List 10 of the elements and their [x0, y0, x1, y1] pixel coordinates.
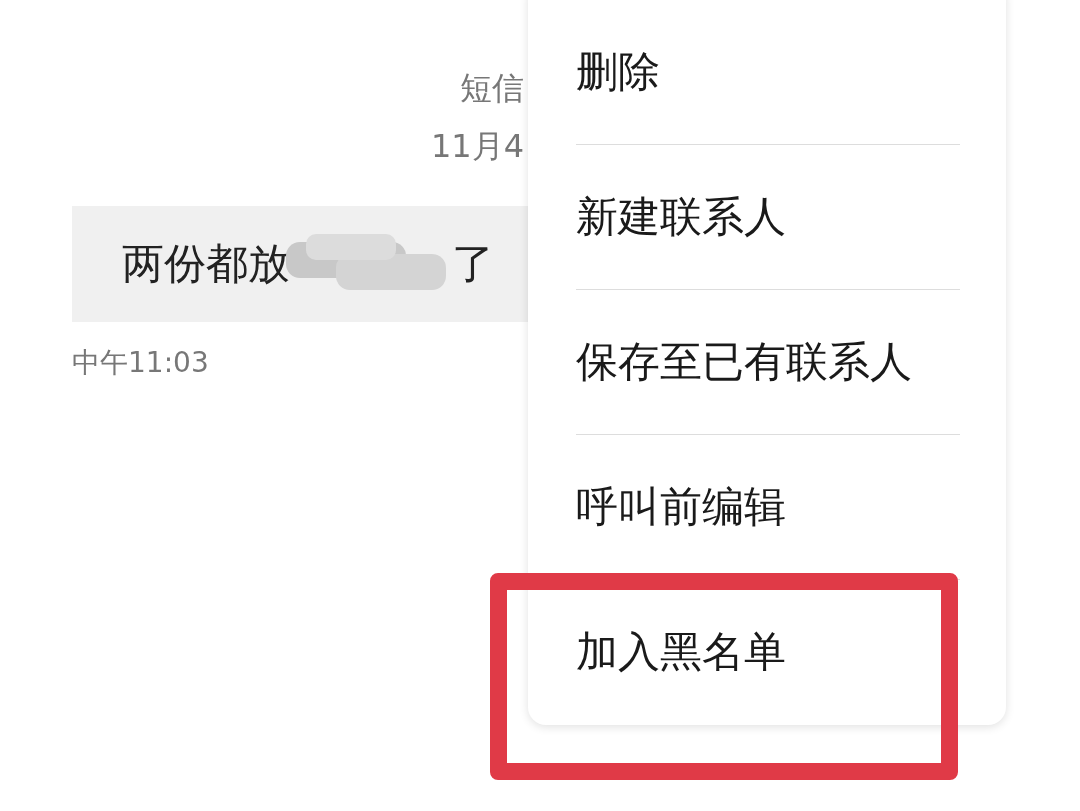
message-text: 两份都放 [122, 238, 290, 290]
menu-item[interactable]: 加入黑名单 [576, 580, 960, 724]
message-text: 了 [452, 238, 494, 290]
message-date: 11月4 [430, 126, 524, 167]
menu-item[interactable]: 保存至已有联系人 [576, 290, 960, 434]
message-time: 中午11:03 [72, 345, 210, 381]
menu-item[interactable]: 删除 [576, 0, 960, 144]
menu-item[interactable]: 呼叫前编辑 [576, 435, 960, 579]
menu-item[interactable]: 新建联系人 [576, 145, 960, 289]
channel-label: 短信 [460, 68, 524, 109]
